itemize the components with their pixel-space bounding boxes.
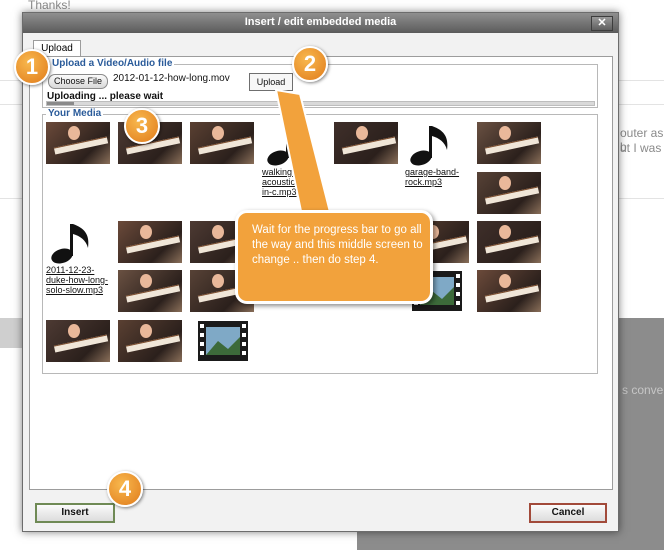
video-thumbnail[interactable] [46, 122, 110, 164]
audio-filename-link[interactable]: walking-acoustic-blues-in-c.mp3 [262, 167, 326, 197]
background-thanks-text: Thanks! [28, 0, 71, 12]
background-side-text: ut I was [620, 141, 662, 155]
video-thumbnail[interactable] [118, 221, 182, 263]
audio-filename-link[interactable]: 2011-12-23-duke-how-long-solo-slow.mp3 [46, 265, 110, 295]
step-1-badge: 1 [14, 49, 50, 85]
insert-button[interactable]: Insert [35, 503, 115, 523]
upload-legend: Upload a Video/Audio file [50, 58, 175, 69]
person-head-shape [140, 274, 152, 288]
audio-filename-link[interactable]: garage-band-rock.mp3 [405, 167, 469, 187]
cancel-button[interactable]: Cancel [529, 503, 607, 523]
video-thumbnail[interactable] [334, 122, 398, 164]
person-head-shape [499, 176, 511, 190]
video-thumbnail[interactable] [46, 320, 110, 362]
selected-file-name: 2012-01-12-how-long.mov [113, 73, 230, 84]
person-head-shape [140, 225, 152, 239]
person-head-shape [212, 126, 224, 140]
person-head-shape [140, 324, 152, 338]
person-head-shape [68, 324, 80, 338]
background-panel [0, 318, 22, 348]
upload-button[interactable]: Upload [249, 73, 293, 91]
close-icon: ✕ [597, 17, 607, 29]
person-head-shape [212, 274, 224, 288]
person-head-shape [68, 126, 80, 140]
video-thumbnail[interactable] [477, 270, 541, 312]
video-file-icon[interactable] [198, 321, 248, 361]
music-note-icon [410, 126, 448, 166]
music-note-icon [51, 224, 89, 264]
video-thumbnail[interactable] [118, 320, 182, 362]
video-thumbnail[interactable] [118, 270, 182, 312]
video-thumbnail[interactable] [477, 221, 541, 263]
person-head-shape [356, 126, 368, 140]
person-head-shape [499, 225, 511, 239]
video-thumbnail[interactable] [477, 172, 541, 214]
callout-text: Wait for the progress bar to go all the … [252, 224, 423, 266]
person-head-shape [212, 225, 224, 239]
instruction-callout: Wait for the progress bar to go all the … [235, 210, 433, 304]
video-thumbnail[interactable] [190, 122, 254, 164]
step-3-badge: 3 [124, 108, 160, 144]
step-2-badge: 2 [292, 46, 328, 82]
dialog-title: Insert / edit embedded media [244, 16, 397, 28]
choose-file-button[interactable]: Choose File [48, 74, 108, 89]
close-button[interactable]: ✕ [591, 16, 613, 31]
background-side-text: s conve [622, 383, 664, 397]
music-note-icon [267, 126, 305, 166]
media-legend: Your Media [46, 108, 104, 119]
video-thumbnail[interactable] [477, 122, 541, 164]
upload-progress-fill [47, 102, 74, 105]
person-head-shape [499, 274, 511, 288]
dialog-titlebar[interactable]: Insert / edit embedded media ✕ [23, 13, 618, 33]
upload-progress-bar [46, 101, 595, 106]
step-4-badge: 4 [107, 471, 143, 507]
person-head-shape [499, 126, 511, 140]
